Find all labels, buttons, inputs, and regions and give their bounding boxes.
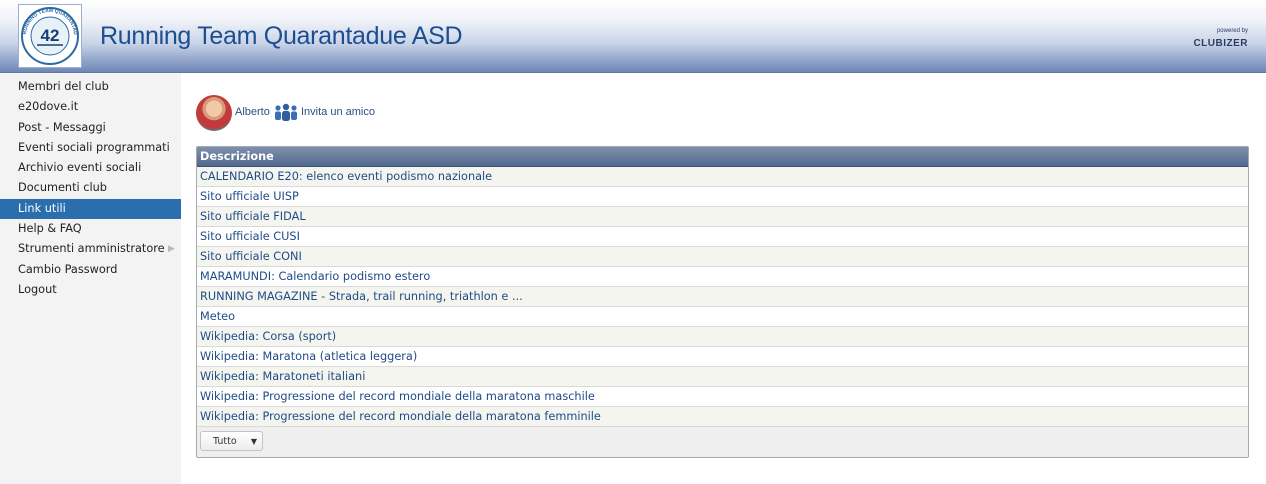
sidebar-item-membri[interactable]: Membri del club [0, 77, 181, 97]
table-row[interactable]: MARAMUNDI: Calendario podismo estero [197, 267, 1248, 287]
table-row[interactable]: Sito ufficiale CONI [197, 247, 1248, 267]
sidebar-item-label: Help & FAQ [18, 222, 82, 236]
table-row[interactable]: CALENDARIO E20: elenco eventi podismo na… [197, 167, 1248, 187]
logo-number: 42 [41, 26, 60, 45]
sidebar-item-label: Logout [18, 282, 57, 296]
clubizer-badge[interactable]: powered by CLUBIZER [1182, 28, 1248, 49]
sidebar-item-e20dove[interactable]: e20dove.it [0, 97, 181, 117]
chevron-down-icon: ▼ [250, 437, 257, 446]
sidebar-item-post[interactable]: Post - Messaggi [0, 118, 181, 138]
table-row[interactable]: Wikipedia: Progressione del record mondi… [197, 387, 1248, 407]
sidebar-item-label: Link utili [18, 201, 66, 215]
sidebar-item-password[interactable]: Cambio Password [0, 260, 181, 280]
team-42-logo-icon: 42 RUNNING TEAM QUARANTADUE [17, 1, 79, 65]
sidebar-item-label: Eventi sociali programmati [18, 140, 170, 154]
avatar[interactable] [196, 95, 232, 131]
table-row[interactable]: Wikipedia: Maratoneti italiani [197, 367, 1248, 387]
sidebar-item-label: Documenti club [18, 181, 107, 195]
sidebar-item-label: Membri del club [18, 80, 109, 93]
sidebar-item-label: Cambio Password [18, 262, 118, 276]
sidebar: Membri del club e20dove.it Post - Messag… [0, 73, 181, 484]
chevron-right-icon: ▶ [168, 244, 175, 255]
invite-friend-link[interactable]: Invita un amico [301, 106, 375, 118]
sidebar-item-label: Archivio eventi sociali [18, 161, 142, 175]
table-row[interactable]: Wikipedia: Corsa (sport) [197, 327, 1248, 347]
sidebar-item-help[interactable]: Help & FAQ [0, 219, 181, 239]
site-title: Running Team Quarantadue ASD [100, 22, 463, 50]
user-name-link[interactable]: Alberto [235, 106, 270, 118]
table-header-descrizione[interactable]: Descrizione [197, 147, 1248, 167]
sidebar-item-logout[interactable]: Logout [0, 280, 181, 300]
table-row[interactable]: Wikipedia: Maratona (atletica leggera) [197, 347, 1248, 367]
filter-select-value: Tutto [213, 436, 237, 447]
sidebar-item-strumenti[interactable]: Strumenti amministratore ▶ [0, 239, 181, 259]
team-logo[interactable]: 42 RUNNING TEAM QUARANTADUE [17, 1, 82, 68]
sidebar-item-label: e20dove.it [18, 100, 79, 114]
sidebar-item-label: Strumenti amministratore [18, 242, 165, 256]
sidebar-item-eventi[interactable]: Eventi sociali programmati [0, 138, 181, 158]
table-row[interactable]: Meteo [197, 307, 1248, 327]
sidebar-item-label: Post - Messaggi [18, 120, 106, 134]
table-body: CALENDARIO E20: elenco eventi podismo na… [197, 167, 1248, 427]
table-row[interactable]: Sito ufficiale UISP [197, 187, 1248, 207]
filter-select[interactable]: Tutto ▼ [200, 431, 263, 451]
table-row[interactable]: RUNNING MAGAZINE - Strada, trail running… [197, 287, 1248, 307]
group-people-icon[interactable] [273, 103, 299, 121]
site-header: 42 RUNNING TEAM QUARANTADUE Running Team… [0, 0, 1266, 73]
table-row[interactable]: Sito ufficiale FIDAL [197, 207, 1248, 227]
powered-by-label: powered by [1216, 28, 1248, 34]
table-row[interactable]: Wikipedia: Progressione del record mondi… [197, 407, 1248, 427]
sidebar-item-archivio[interactable]: Archivio eventi sociali [0, 158, 181, 178]
sidebar-item-link-utili[interactable]: Link utili [0, 198, 181, 220]
main-content: Alberto Invita un amico Descrizione CALE… [181, 73, 1266, 484]
table-footer: Tutto ▼ [197, 427, 1248, 457]
sidebar-item-documenti[interactable]: Documenti club [0, 178, 181, 198]
clubizer-brand: CLUBIZER [1193, 38, 1248, 49]
links-table: Descrizione CALENDARIO E20: elenco event… [196, 146, 1249, 458]
table-row[interactable]: Sito ufficiale CUSI [197, 227, 1248, 247]
sidebar-nav: Membri del club e20dove.it Post - Messag… [0, 73, 181, 300]
